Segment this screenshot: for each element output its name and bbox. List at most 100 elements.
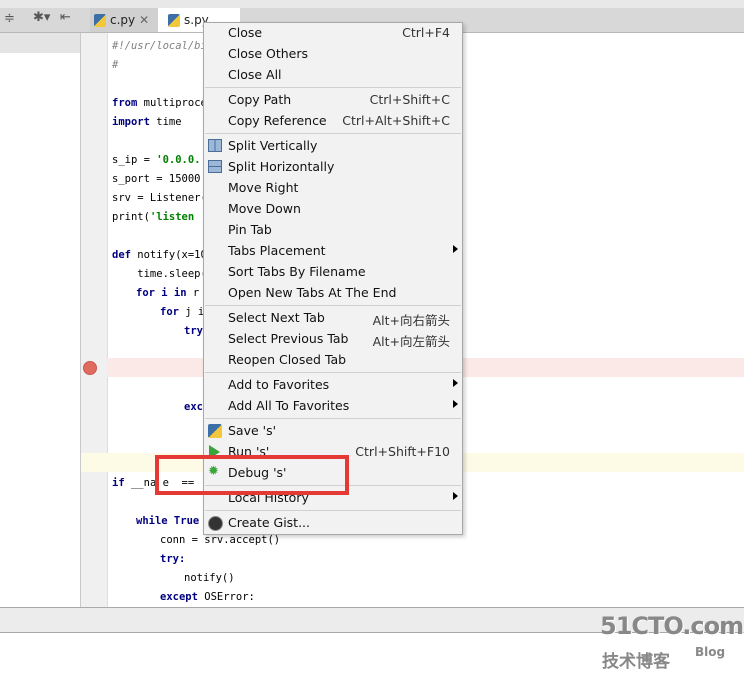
keyword: from xyxy=(112,97,138,109)
code-line: exc xyxy=(184,401,203,413)
menu-label: Move Right xyxy=(228,180,299,195)
code-line: def notify(x=10 xyxy=(112,249,207,261)
menu-item-split-horizontally[interactable]: Split Horizontally xyxy=(204,157,462,177)
submenu-arrow-icon xyxy=(453,492,458,500)
python-icon xyxy=(208,424,222,438)
project-panel-header xyxy=(0,33,80,53)
menu-label: Select Next Tab xyxy=(228,310,325,325)
menu-shortcut: Ctrl+F4 xyxy=(402,25,450,40)
code-text: print( xyxy=(112,211,150,223)
gear-icon[interactable]: ✱▾ xyxy=(33,10,50,25)
string: '0.0.0. xyxy=(156,154,201,166)
keyword: def xyxy=(112,249,131,261)
menu-item-pin-tab[interactable]: Pin Tab xyxy=(204,220,462,240)
code-line: notify() xyxy=(184,572,235,584)
code-text: s_ip = xyxy=(112,154,157,166)
menu-item-copy-path[interactable]: Copy Path Ctrl+Shift+C xyxy=(204,90,462,110)
editor-gutter[interactable] xyxy=(81,33,108,607)
menu-item-create-gist[interactable]: Create Gist... xyxy=(204,513,462,533)
code-line: try: xyxy=(160,553,186,565)
menu-item-move-down[interactable]: Move Down xyxy=(204,199,462,219)
menu-item-tabs-placement[interactable]: Tabs Placement xyxy=(204,241,462,261)
split-horizontal-icon xyxy=(208,160,222,173)
code-line: # xyxy=(112,59,119,71)
menu-shortcut: Alt+向左箭头 xyxy=(372,334,450,349)
menu-item-add-all-to-favorites[interactable]: Add All To Favorites xyxy=(204,396,462,416)
menu-item-split-vertically[interactable]: Split Vertically xyxy=(204,136,462,156)
code-line: conn = srv.accept() xyxy=(160,534,281,546)
keyword: except xyxy=(160,591,198,603)
code-line: from multiproce xyxy=(112,97,207,109)
python-file-icon xyxy=(168,13,180,27)
breakpoint-icon[interactable] xyxy=(83,361,97,375)
collapse-icon[interactable]: ≑ xyxy=(4,11,15,26)
menu-item-add-to-favorites[interactable]: Add to Favorites xyxy=(204,375,462,395)
code-line: srv = Listener( xyxy=(112,192,207,204)
menu-separator xyxy=(205,87,461,88)
menu-label: Close Others xyxy=(228,46,309,61)
watermark-blog: Blog xyxy=(695,645,726,659)
menu-item-sort-tabs[interactable]: Sort Tabs By Filename xyxy=(204,262,462,282)
code-text: j i xyxy=(178,306,205,318)
keyword: import xyxy=(112,116,150,128)
code-line: #!/usr/local/bi xyxy=(112,40,207,52)
menu-label: Copy Path xyxy=(228,92,292,107)
menu-separator xyxy=(205,305,461,306)
menu-separator xyxy=(205,510,461,511)
keyword: if xyxy=(112,477,125,489)
submenu-arrow-icon xyxy=(453,379,458,387)
menu-item-select-previous-tab[interactable]: Select Previous Tab Alt+向左箭头 xyxy=(204,329,462,349)
menu-label: Open New Tabs At The End xyxy=(228,285,397,300)
code-line: for j i xyxy=(160,306,204,318)
code-text: r xyxy=(186,287,200,299)
highlight-box xyxy=(155,455,349,495)
menu-label: Create Gist... xyxy=(228,515,311,530)
menu-label: Copy Reference xyxy=(228,113,327,128)
menu-item-select-next-tab[interactable]: Select Next Tab Alt+向右箭头 xyxy=(204,308,462,328)
watermark-sub: 技术博客 xyxy=(602,652,670,672)
menu-label: Add All To Favorites xyxy=(228,398,350,413)
python-file-icon xyxy=(94,13,106,27)
menu-item-close-others[interactable]: Close Others xyxy=(204,44,462,64)
menu-separator xyxy=(205,418,461,419)
code-line: print('listen xyxy=(112,211,194,223)
tab-label: c.py xyxy=(110,13,136,27)
close-tab-icon[interactable]: ✕ xyxy=(139,13,149,27)
code-line: while True xyxy=(136,515,200,527)
menu-item-close[interactable]: Close Ctrl+F4 xyxy=(204,23,462,43)
menu-item-copy-reference[interactable]: Copy Reference Ctrl+Alt+Shift+C xyxy=(204,111,462,131)
menu-item-open-new-tabs-at-end[interactable]: Open New Tabs At The End xyxy=(204,283,462,303)
menu-label: Tabs Placement xyxy=(228,243,326,258)
project-panel xyxy=(0,33,81,607)
code-line: for i in r xyxy=(136,287,199,299)
code-line: time.sleep( xyxy=(112,268,207,280)
menu-separator xyxy=(205,372,461,373)
menu-label: Move Down xyxy=(228,201,301,216)
menu-label: Close xyxy=(228,25,263,40)
code-line: import time xyxy=(112,116,182,128)
code-text: multiproce xyxy=(137,97,207,109)
menu-item-move-right[interactable]: Move Right xyxy=(204,178,462,198)
menu-label: Split Vertically xyxy=(228,138,318,153)
code-line: s_port = 15000 xyxy=(112,173,201,185)
split-vertical-icon xyxy=(208,139,222,152)
menu-shortcut: Ctrl+Shift+F10 xyxy=(355,444,450,459)
menu-label: Reopen Closed Tab xyxy=(228,352,347,367)
code-text: notify(x=10 xyxy=(130,249,207,261)
menu-shortcut: Ctrl+Alt+Shift+C xyxy=(342,113,450,128)
menu-item-reopen-closed-tab[interactable]: Reopen Closed Tab xyxy=(204,350,462,370)
menu-shortcut: Alt+向右箭头 xyxy=(372,313,450,328)
keyword: for i in xyxy=(136,287,187,299)
hide-panel-icon[interactable]: ⇤ xyxy=(60,10,71,25)
keyword: for xyxy=(160,306,179,318)
github-icon xyxy=(208,516,223,531)
menu-separator xyxy=(205,133,461,134)
tab-c-py[interactable]: c.py ✕ xyxy=(90,8,158,32)
menu-label: Pin Tab xyxy=(228,222,272,237)
submenu-arrow-icon xyxy=(453,245,458,253)
title-strip xyxy=(0,0,744,8)
menu-label: Close All xyxy=(228,67,282,82)
menu-item-close-all[interactable]: Close All xyxy=(204,65,462,85)
menu-item-save[interactable]: Save 's' xyxy=(204,421,462,441)
code-line: except OSError: xyxy=(160,591,255,603)
